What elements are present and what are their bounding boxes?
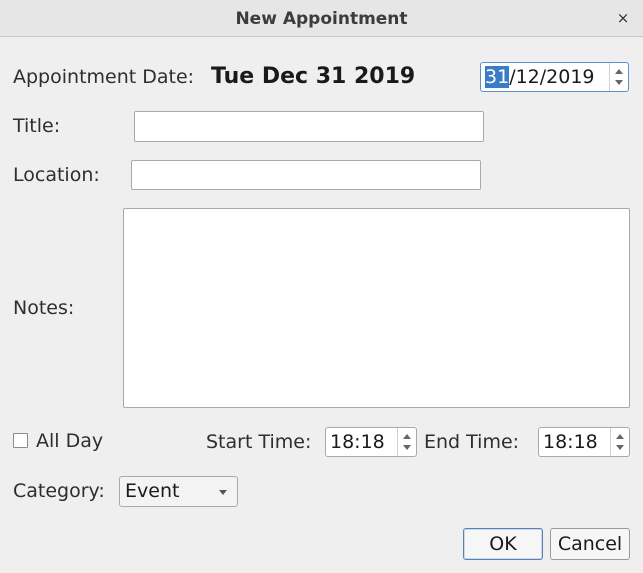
date-day-selected: 31 (485, 66, 510, 88)
notes-textarea[interactable] (123, 208, 630, 408)
close-icon[interactable]: × (613, 8, 633, 28)
location-input[interactable] (131, 160, 481, 190)
start-time-arrows[interactable] (397, 428, 416, 456)
category-select[interactable]: Event (119, 476, 238, 507)
end-time-arrows[interactable] (610, 428, 629, 456)
start-time-spinner[interactable]: 18:18 (325, 427, 417, 457)
appointment-date-display: Tue Dec 31 2019 (211, 64, 416, 89)
date-spinner-value: 31/12/2019 (485, 66, 595, 88)
appointment-date-spinner[interactable]: 31/12/2019 (480, 62, 629, 92)
window-title: New Appointment (235, 9, 408, 29)
end-time-label: End Time: (424, 431, 520, 453)
end-time-value: 18:18 (543, 431, 598, 453)
spinner-up-icon[interactable] (403, 434, 411, 439)
chevron-down-icon (219, 490, 227, 495)
notes-label: Notes: (13, 297, 75, 319)
appointment-date-label: Appointment Date: (13, 66, 195, 88)
spinner-up-icon[interactable] (616, 434, 624, 439)
ok-button[interactable]: OK (463, 528, 543, 560)
spinner-down-icon[interactable] (616, 445, 624, 450)
end-time-spinner[interactable]: 18:18 (538, 427, 630, 457)
all-day-label: All Day (36, 430, 104, 452)
start-time-value: 18:18 (330, 431, 385, 453)
category-label: Category: (13, 480, 105, 502)
start-time-label: Start Time: (206, 431, 312, 453)
title-label: Title: (13, 115, 61, 137)
cancel-button[interactable]: Cancel (550, 528, 630, 560)
date-spinner-arrows[interactable] (609, 63, 628, 91)
spinner-down-icon[interactable] (615, 80, 623, 85)
spinner-down-icon[interactable] (403, 445, 411, 450)
category-selected-value: Event (125, 480, 180, 502)
title-bar: New Appointment × (0, 0, 643, 37)
all-day-checkbox[interactable] (13, 433, 28, 448)
spinner-up-icon[interactable] (615, 69, 623, 74)
date-month-year: /12/2019 (509, 66, 595, 88)
location-label: Location: (13, 164, 100, 186)
title-input[interactable] (134, 111, 484, 142)
